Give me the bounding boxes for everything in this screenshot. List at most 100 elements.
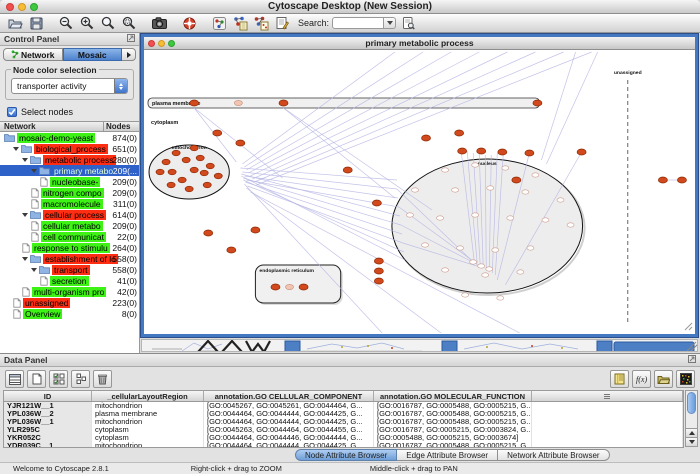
zoom-button[interactable] [30,3,38,11]
table-cell[interactable]: mitochondrion [92,418,204,426]
import-attributes-icon[interactable] [654,370,673,388]
table-row[interactable]: YDR039C__1mitochondrion[GO:0044464, GO:0… [4,442,683,448]
tree-row[interactable]: multi-organism pro42(0) [0,286,139,297]
table-cell[interactable]: [GO:0044464, GO:0044444, GO:0044425, G..… [204,410,374,418]
float-panel-icon[interactable] [688,355,696,365]
table-cell[interactable]: [GO:0016787, GO:0005488, GO:0005215, G..… [374,402,532,410]
tree-row[interactable]: Overview8(0) [0,308,139,319]
tree-row[interactable]: secretion41(0) [0,275,139,286]
node-color-dropdown[interactable]: transporter activity [11,78,128,94]
tree-row[interactable]: nitrogen compo209(0) [0,187,139,198]
tree-row[interactable]: cell communicat22(0) [0,231,139,242]
table-row[interactable]: YJR121W__1mitochondrion[GO:0045267, GO:0… [4,402,683,410]
tree-row[interactable]: unassigned223(0) [0,297,139,308]
tree-row[interactable]: response to stimulu264(0) [0,242,139,253]
annotation-icon[interactable] [273,15,291,31]
formula-icon[interactable]: f(x) [632,370,651,388]
help-icon[interactable] [180,15,198,31]
tab-edge-attribute-browser[interactable]: Edge Attribute Browser [397,449,498,461]
col-header-id[interactable]: ID [4,391,92,401]
col-header-region[interactable]: _cellularLayoutRegion [92,391,204,401]
table-row[interactable]: YPL036W__1mitochondrion[GO:0044464, GO:0… [4,418,683,426]
zoom-out-icon[interactable] [57,15,75,31]
tab-network[interactable]: Network [3,48,63,61]
search-input[interactable] [332,17,384,29]
table-cell[interactable]: [GO:0016787, GO:0005488, GO:0005215, G..… [374,410,532,418]
tab-network-attribute-browser[interactable]: Network Attribute Browser [498,449,609,461]
tree-expand-arrow-icon[interactable] [13,147,19,151]
table-cell[interactable]: [GO:0016787, GO:0005488, GO:0005215, G..… [374,442,532,448]
delete-attribute-icon[interactable] [93,370,112,388]
zoom-in-icon[interactable] [78,15,96,31]
tree-col-network[interactable]: Network [0,122,103,131]
col-header-molecular-function[interactable]: annotation.GO MOLECULAR_FUNCTION [374,391,532,401]
attribute-layout-icon[interactable] [71,370,90,388]
tab-overflow-button[interactable] [122,48,136,61]
tree-row[interactable]: biological_process651(0) [0,143,139,154]
search-dropdown-button[interactable] [384,17,396,29]
tree-row[interactable]: cellular metabo209(0) [0,220,139,231]
minimize-button[interactable] [18,3,26,11]
close-button[interactable] [6,3,14,11]
scroll-down-button[interactable] [686,437,697,446]
table-cell[interactable]: cytoplasm [92,434,204,442]
tab-node-attribute-browser[interactable]: Node Attribute Browser [295,449,397,461]
select-nodes-checkbox[interactable] [7,107,17,117]
table-cell[interactable]: YKR052C [4,434,92,442]
table-cell[interactable]: [GO:0045263, GO:0044464, GO:0044455, G..… [204,426,374,434]
matrix-icon[interactable] [676,370,695,388]
tree-expand-arrow-icon[interactable] [22,158,28,162]
table-cell[interactable]: [GO:0044464, GO:0044444, GO:0044425, G..… [204,418,374,426]
save-session-icon[interactable] [27,15,45,31]
table-cell[interactable]: mitochondrion [92,442,204,448]
tree-row[interactable]: metabolic process280(0) [0,154,139,165]
tree-row[interactable]: nucleobase-209(0) [0,176,139,187]
tree-row[interactable]: macromolecule311(0) [0,198,139,209]
table-cell[interactable]: [GO:0016787, GO:0005215, GO:0003824, G..… [374,426,532,434]
open-file-icon[interactable] [6,15,24,31]
table-cell[interactable]: YLR295C [4,426,92,434]
table-cell[interactable]: plasma membrane [92,410,204,418]
close-button[interactable] [148,40,155,47]
scroll-up-button[interactable] [686,428,697,437]
zoom-selected-region-icon[interactable] [99,15,117,31]
tree-expand-arrow-icon[interactable] [31,268,37,272]
scrollbar-thumb[interactable] [687,392,696,414]
table-cell[interactable]: cytoplasm [92,426,204,434]
tree-row[interactable]: cellular process614(0) [0,209,139,220]
attribute-table-icon[interactable] [5,370,24,388]
snapshot-icon[interactable] [150,15,168,31]
vizmapper-icon[interactable] [210,15,228,31]
tree-col-nodes[interactable]: Nodes [103,122,139,131]
table-cell[interactable]: [GO:0044464, GO:0044444, GO:0044425, G..… [204,442,374,448]
create-network-from-selected-icon[interactable] [252,15,270,31]
table-cell[interactable]: [GO:0016787, GO:0005488, GO:0005215, G..… [374,418,532,426]
table-cell[interactable]: [GO:0045267, GO:0045261, GO:0044464, G..… [204,402,374,410]
search-options-icon[interactable] [399,15,417,31]
table-cell[interactable]: mitochondrion [92,402,204,410]
zoom-fit-icon[interactable] [120,15,138,31]
notes-icon[interactable] [610,370,629,388]
table-row[interactable]: YLR295Ccytoplasm[GO:0045263, GO:0044464,… [4,426,683,434]
float-panel-icon[interactable] [127,34,135,44]
tree-row[interactable]: transport558(0) [0,264,139,275]
network-view-titlebar[interactable]: primary metabolic process [144,37,695,50]
minimize-button[interactable] [158,40,165,47]
col-header-cellular-component[interactable]: annotation.GO CELLULAR_COMPONENT [204,391,374,401]
dropdown-stepper[interactable] [114,79,127,93]
table-row[interactable]: YPL036W__2plasma membrane[GO:0044464, GO… [4,410,683,418]
table-row[interactable]: YKR052Ccytoplasm[GO:0044464, GO:0044446,… [4,434,683,442]
tree-expand-arrow-icon[interactable] [22,213,28,217]
tree-row[interactable]: mosaic-demo-yeast874(0) [0,132,139,143]
table-scrollbar[interactable] [685,390,698,447]
tree-row[interactable]: primary metabo209(... [0,165,139,176]
table-cell[interactable]: [GO:0005488, GO:0005215, GO:0003674] [374,434,532,442]
table-cell[interactable]: YJR121W__1 [4,402,92,410]
new-attribute-icon[interactable] [27,370,46,388]
tree-row[interactable]: establishment of lo558(0) [0,253,139,264]
table-cell[interactable]: YPL036W__1 [4,418,92,426]
network-canvas[interactable]: plasma membranecytoplasmunassignedmitoch… [144,50,695,333]
tree-expand-arrow-icon[interactable] [22,257,28,261]
select-attributes-icon[interactable] [49,370,68,388]
zoom-button[interactable] [168,40,175,47]
